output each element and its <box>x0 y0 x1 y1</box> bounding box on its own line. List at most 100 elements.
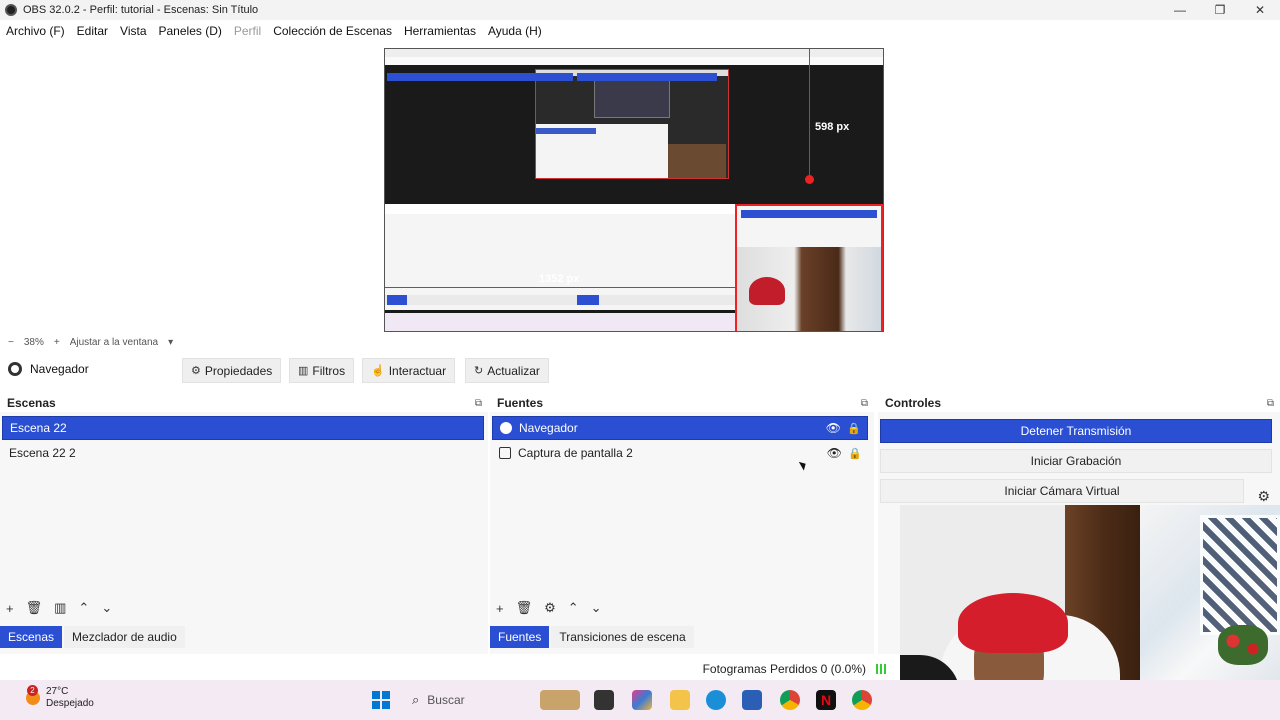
menu-help[interactable]: Ayuda (H) <box>488 24 542 38</box>
maximize-button[interactable]: ❐ <box>1200 0 1240 20</box>
tab-audio-mixer[interactable]: Mezclador de audio <box>64 626 185 648</box>
scene-item-label: Escena 22 <box>10 421 67 435</box>
menu-profile[interactable]: Perfil <box>234 24 261 38</box>
tab-sources[interactable]: Fuentes <box>490 626 550 648</box>
menu-file[interactable]: Archivo (F) <box>6 24 65 38</box>
weather-condition: Despejado <box>46 698 94 709</box>
chrome-profile-icon[interactable] <box>852 690 872 710</box>
trash-icon[interactable]: 🗑 <box>26 600 43 616</box>
chevron-up-icon[interactable]: ⌃ <box>78 600 89 616</box>
dropped-frames-status: Fotogramas Perdidos 0 (0.0%) <box>702 662 866 676</box>
zoom-in-button[interactable]: + <box>54 337 60 348</box>
hand-pointer-icon: ☝ <box>371 365 385 377</box>
scene-item[interactable]: Escena 22 2 <box>2 441 484 465</box>
resize-handle[interactable] <box>805 175 814 184</box>
height-measure-label: 598 px <box>815 121 850 133</box>
start-icon[interactable] <box>372 691 390 709</box>
source-item-label: Navegador <box>519 421 578 435</box>
menu-view[interactable]: Vista <box>120 24 146 38</box>
captured-source-selection <box>577 73 717 81</box>
scenes-toolbar: + 🗑 ▥ ⌃ ⌄ <box>6 600 124 616</box>
start-recording-button[interactable]: Iniciar Grabación <box>880 449 1272 473</box>
taskview-icon[interactable] <box>594 690 614 710</box>
virtual-camera-settings-icon[interactable]: ⚙ <box>1257 488 1270 505</box>
window-controls: — ❐ ✕ <box>1160 0 1280 20</box>
source-bounding-box[interactable] <box>735 204 883 331</box>
filter-icon[interactable]: ▥ <box>54 600 66 616</box>
sources-dock: Fuentes ⧉ Navegador 👁 🔒 Captura de panta… <box>490 394 874 654</box>
browser-source-icon <box>500 422 512 434</box>
webcam-flowers <box>1218 625 1268 665</box>
webcam-red-cap <box>958 593 1068 653</box>
tab-scene-transitions[interactable]: Transiciones de escena <box>551 626 694 648</box>
trash-icon[interactable]: 🗑 <box>516 600 533 616</box>
gear-icon: ⚙ <box>191 365 201 377</box>
sources-toolbar: + 🗑 ⚙ ⌃ ⌄ <box>496 600 614 616</box>
add-icon[interactable]: + <box>6 601 14 616</box>
captured-taskbar <box>385 313 735 331</box>
connection-signal-icon <box>876 664 888 674</box>
file-explorer-icon[interactable] <box>670 690 690 710</box>
menu-scene-collection[interactable]: Colección de Escenas <box>273 24 392 38</box>
sources-list: Navegador 👁 🔒 Captura de pantalla 2 👁 🔒 <box>492 416 868 596</box>
interact-button[interactable]: ☝ Interactuar <box>362 358 456 383</box>
menu-tools[interactable]: Herramientas <box>404 24 476 38</box>
copilot-icon[interactable] <box>632 690 652 710</box>
scene-item[interactable]: Escena 22 <box>2 416 484 440</box>
menu-edit[interactable]: Editar <box>77 24 108 38</box>
nested-obs-capture <box>535 69 729 179</box>
title-bar: OBS 32.0.2 - Perfil: tutorial - Escenas:… <box>0 0 1280 20</box>
chevron-up-icon[interactable]: ⌃ <box>568 600 579 616</box>
sources-dock-title: Fuentes <box>497 396 544 410</box>
captured-scene-selection <box>387 73 573 81</box>
add-icon[interactable]: + <box>496 601 504 616</box>
notification-badge: 2 <box>27 685 38 696</box>
properties-label: Propiedades <box>204 363 273 378</box>
sources-dock-header: Fuentes ⧉ <box>490 394 874 412</box>
edge-icon[interactable] <box>706 690 726 710</box>
minimize-button[interactable]: — <box>1160 0 1200 20</box>
eye-icon[interactable]: 👁 <box>827 446 842 460</box>
gear-icon[interactable]: ⚙ <box>544 600 556 616</box>
lock-icon[interactable]: 🔒 <box>847 422 861 435</box>
refresh-label: Actualizar <box>487 363 540 378</box>
properties-button[interactable]: ⚙ Propiedades <box>182 358 282 383</box>
source-item[interactable]: Navegador 👁 🔒 <box>492 416 868 440</box>
store-icon[interactable] <box>742 690 762 710</box>
refresh-button[interactable]: ↻ Actualizar <box>465 358 549 383</box>
source-item[interactable]: Captura de pantalla 2 👁 🔒 <box>492 441 868 465</box>
filters-button[interactable]: ▥ Filtros <box>289 358 355 383</box>
eye-icon[interactable]: 👁 <box>826 421 841 435</box>
width-measure-label: 1352 px <box>539 273 580 285</box>
tab-scenes[interactable]: Escenas <box>0 626 63 648</box>
scenes-list: Escena 22 Escena 22 2 <box>2 416 484 596</box>
menu-bar: Archivo (F) Editar Vista Paneles (D) Per… <box>0 20 1280 42</box>
undock-icon[interactable]: ⧉ <box>475 398 482 409</box>
search-icon: ⌕ <box>412 692 420 707</box>
fit-to-window-label[interactable]: Ajustar a la ventana <box>70 337 158 348</box>
zoom-dropdown[interactable]: ▾ <box>168 337 173 348</box>
chevron-down-icon[interactable]: ⌄ <box>591 600 602 616</box>
undock-icon[interactable]: ⧉ <box>861 398 868 409</box>
preview-area: 598 px 1352 px <box>0 42 1280 334</box>
program-preview[interactable]: 598 px 1352 px <box>384 48 884 332</box>
source-item-label: Captura de pantalla 2 <box>518 446 633 460</box>
menu-docks[interactable]: Paneles (D) <box>159 24 222 38</box>
lock-icon[interactable]: 🔒 <box>848 447 862 460</box>
obs-logo-icon <box>5 4 17 16</box>
captured-tab-scenes <box>387 295 407 305</box>
controls-dock-title: Controles <box>885 396 942 410</box>
controls-dock-header: Controles ⧉ <box>878 394 1280 412</box>
start-virtual-camera-button[interactable]: Iniciar Cámara Virtual <box>880 479 1244 503</box>
netflix-icon[interactable]: N <box>816 690 836 710</box>
zoom-out-button[interactable]: − <box>8 337 14 348</box>
captured-tabs <box>385 295 735 305</box>
windows-taskbar: 27°C Despejado 2 ⌕ Buscar N <box>0 680 1280 720</box>
close-button[interactable]: ✕ <box>1240 0 1280 20</box>
stop-streaming-button[interactable]: Detener Transmisión <box>880 419 1272 443</box>
window-title: OBS 32.0.2 - Perfil: tutorial - Escenas:… <box>23 4 259 16</box>
undock-icon[interactable]: ⧉ <box>1267 398 1274 409</box>
chevron-down-icon[interactable]: ⌄ <box>101 600 112 616</box>
chrome-icon[interactable] <box>780 690 800 710</box>
search-highlight-icon <box>540 690 580 710</box>
